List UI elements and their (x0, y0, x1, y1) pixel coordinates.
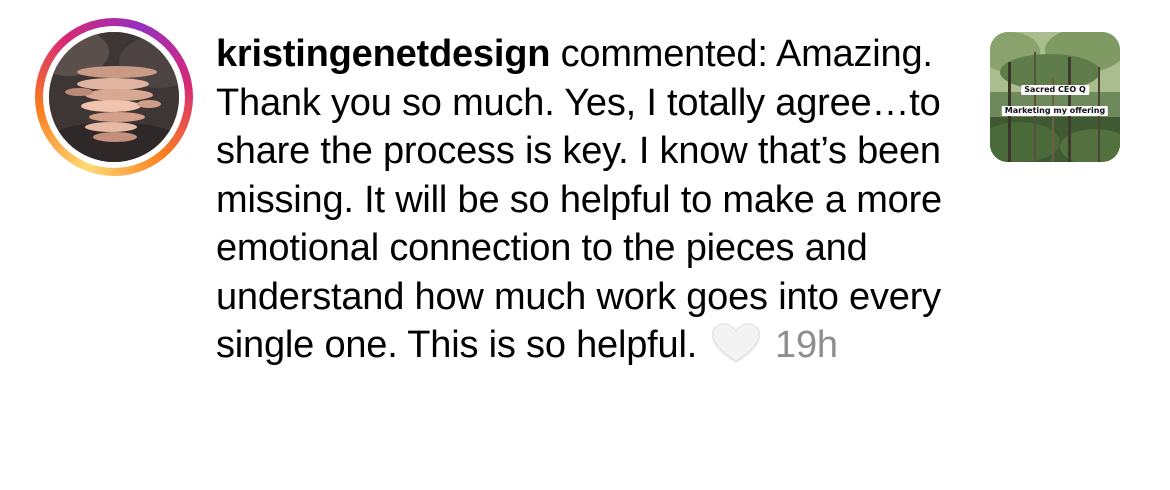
stacked-stones-image (49, 32, 179, 162)
comment-text: Amazing. Thank you so much. Yes, I total… (216, 33, 942, 366)
comment-body: kristingenetdesign commented: Amazing. T… (216, 30, 956, 376)
forest-image (990, 32, 1120, 162)
avatar-image (49, 32, 179, 162)
thumbnail-label-subtitle: Marketing my offering (1001, 106, 1109, 116)
comment-timestamp: 19h (775, 324, 838, 366)
username-link[interactable]: kristingenetdesign (216, 33, 550, 75)
comment-action: commented: (550, 33, 768, 75)
heart-outline-icon[interactable] (709, 323, 763, 376)
avatar[interactable] (35, 18, 193, 176)
avatar-ring-gap (43, 26, 185, 168)
thumbnail-label-title: Sacred CEO Q (1021, 85, 1089, 95)
post-thumbnail[interactable]: Sacred CEO Q Marketing my offering (990, 32, 1120, 162)
